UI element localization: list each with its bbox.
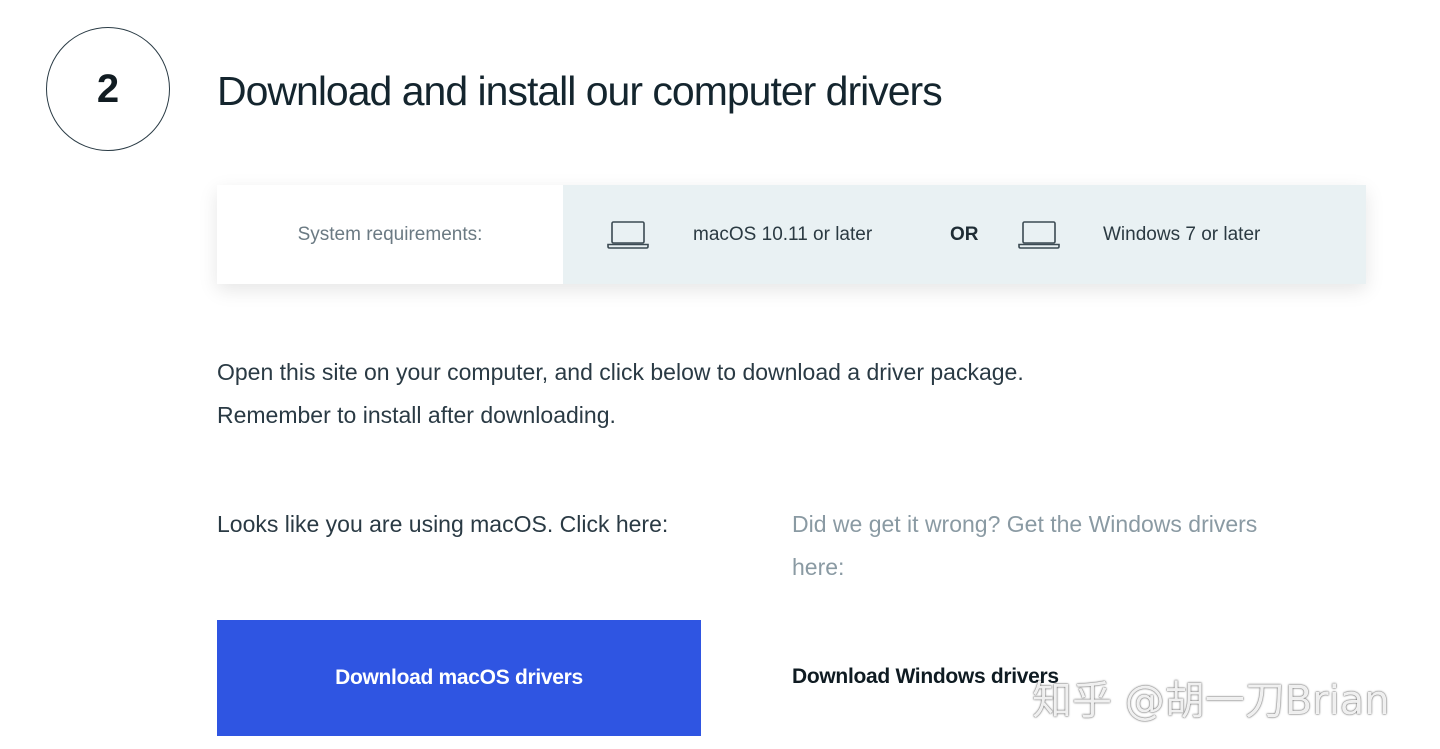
windows-alternative-text: Did we get it wrong? Get the Windows dri…: [792, 511, 1258, 580]
requirements-label: System requirements:: [297, 223, 483, 245]
page-title: Download and install our computer driver…: [217, 68, 943, 114]
step-number: 2: [96, 66, 120, 111]
system-requirements-bar: System requirements: macOS 10.11 or late…: [217, 185, 1366, 284]
requirements-label-cell: System requirements:: [217, 185, 563, 284]
intro-text: Open this site on your computer, and cli…: [217, 351, 1217, 437]
intro-line: Remember to install after downloading.: [217, 402, 616, 428]
or-separator: OR: [950, 223, 979, 245]
step-number-circle: 2: [46, 27, 170, 151]
watermark: 知乎 @胡一刀Brian: [1032, 678, 1390, 724]
laptop-icon: [1018, 220, 1060, 249]
macos-requirement: macOS 10.11 or later: [693, 223, 873, 245]
requirements-options: macOS 10.11 or later OR Windows 7 or lat…: [563, 185, 1366, 284]
download-windows-link[interactable]: Download Windows drivers: [792, 665, 1059, 689]
download-macos-button[interactable]: Download macOS drivers: [217, 620, 701, 736]
intro-line: Open this site on your computer, and cli…: [217, 359, 1024, 385]
page: 2 Download and install our computer driv…: [0, 0, 1440, 749]
windows-requirement: Windows 7 or later: [1103, 223, 1261, 245]
macos-detected-text: Looks like you are using macOS. Click he…: [217, 511, 669, 537]
laptop-icon: [607, 220, 649, 249]
